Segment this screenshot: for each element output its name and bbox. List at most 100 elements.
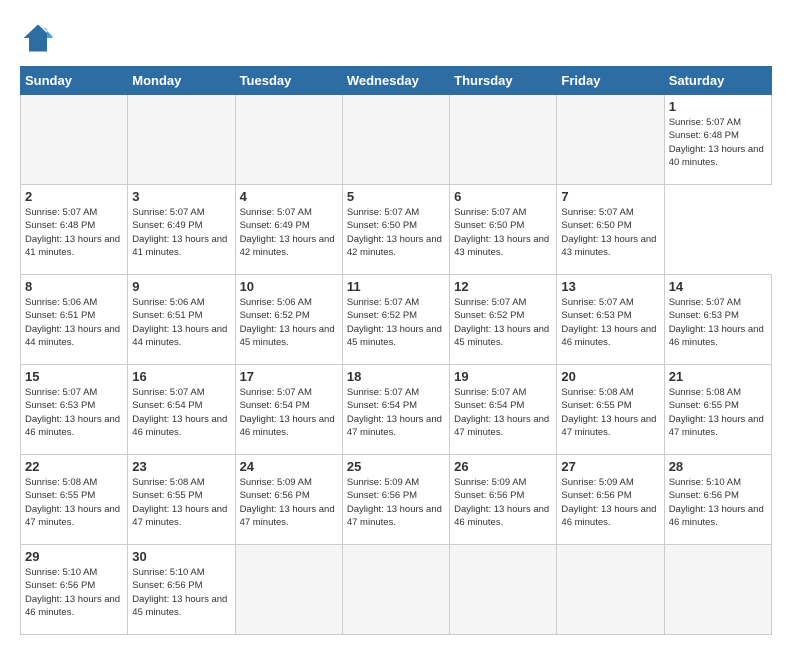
calendar-day-10: 10 Sunrise: 5:06 AMSunset: 6:52 PMDaylig… — [235, 275, 342, 365]
day-number: 10 — [240, 279, 338, 294]
day-number: 20 — [561, 369, 659, 384]
empty-cell — [557, 545, 664, 635]
calendar-day-9: 9 Sunrise: 5:06 AMSunset: 6:51 PMDayligh… — [128, 275, 235, 365]
day-info: Sunrise: 5:09 AMSunset: 6:56 PMDaylight:… — [240, 476, 338, 529]
calendar-week-4: 22 Sunrise: 5:08 AMSunset: 6:55 PMDaylig… — [21, 455, 772, 545]
logo-icon — [20, 20, 56, 56]
day-info: Sunrise: 5:09 AMSunset: 6:56 PMDaylight:… — [454, 476, 552, 529]
day-number: 28 — [669, 459, 767, 474]
day-number: 2 — [25, 189, 123, 204]
calendar-day-21: 21 Sunrise: 5:08 AMSunset: 6:55 PMDaylig… — [664, 365, 771, 455]
calendar-week-0: 1 Sunrise: 5:07 AMSunset: 6:48 PMDayligh… — [21, 95, 772, 185]
calendar-day-23: 23 Sunrise: 5:08 AMSunset: 6:55 PMDaylig… — [128, 455, 235, 545]
calendar-day-16: 16 Sunrise: 5:07 AMSunset: 6:54 PMDaylig… — [128, 365, 235, 455]
day-info: Sunrise: 5:06 AMSunset: 6:52 PMDaylight:… — [240, 296, 338, 349]
day-number: 19 — [454, 369, 552, 384]
calendar-day-20: 20 Sunrise: 5:08 AMSunset: 6:55 PMDaylig… — [557, 365, 664, 455]
empty-cell — [21, 95, 128, 185]
day-header-wednesday: Wednesday — [342, 67, 449, 95]
day-info: Sunrise: 5:07 AMSunset: 6:49 PMDaylight:… — [132, 206, 230, 259]
empty-cell — [450, 95, 557, 185]
day-info: Sunrise: 5:08 AMSunset: 6:55 PMDaylight:… — [561, 386, 659, 439]
day-info: Sunrise: 5:07 AMSunset: 6:48 PMDaylight:… — [669, 116, 767, 169]
day-number: 12 — [454, 279, 552, 294]
day-header-sunday: Sunday — [21, 67, 128, 95]
day-info: Sunrise: 5:08 AMSunset: 6:55 PMDaylight:… — [669, 386, 767, 439]
calendar-day-3: 3 Sunrise: 5:07 AMSunset: 6:49 PMDayligh… — [128, 185, 235, 275]
calendar-day-14: 14 Sunrise: 5:07 AMSunset: 6:53 PMDaylig… — [664, 275, 771, 365]
calendar-day-4: 4 Sunrise: 5:07 AMSunset: 6:49 PMDayligh… — [235, 185, 342, 275]
calendar-day-11: 11 Sunrise: 5:07 AMSunset: 6:52 PMDaylig… — [342, 275, 449, 365]
day-number: 8 — [25, 279, 123, 294]
day-header-thursday: Thursday — [450, 67, 557, 95]
empty-cell — [235, 545, 342, 635]
day-number: 25 — [347, 459, 445, 474]
calendar-day-24: 24 Sunrise: 5:09 AMSunset: 6:56 PMDaylig… — [235, 455, 342, 545]
day-info: Sunrise: 5:09 AMSunset: 6:56 PMDaylight:… — [347, 476, 445, 529]
day-number: 4 — [240, 189, 338, 204]
day-number: 29 — [25, 549, 123, 564]
day-number: 1 — [669, 99, 767, 114]
day-number: 9 — [132, 279, 230, 294]
calendar-week-5: 29 Sunrise: 5:10 AMSunset: 6:56 PMDaylig… — [21, 545, 772, 635]
day-number: 23 — [132, 459, 230, 474]
calendar-day-28: 28 Sunrise: 5:10 AMSunset: 6:56 PMDaylig… — [664, 455, 771, 545]
day-info: Sunrise: 5:10 AMSunset: 6:56 PMDaylight:… — [132, 566, 230, 619]
calendar-day-30: 30 Sunrise: 5:10 AMSunset: 6:56 PMDaylig… — [128, 545, 235, 635]
calendar-header-row: SundayMondayTuesdayWednesdayThursdayFrid… — [21, 67, 772, 95]
day-number: 17 — [240, 369, 338, 384]
calendar-day-26: 26 Sunrise: 5:09 AMSunset: 6:56 PMDaylig… — [450, 455, 557, 545]
day-number: 26 — [454, 459, 552, 474]
calendar-day-17: 17 Sunrise: 5:07 AMSunset: 6:54 PMDaylig… — [235, 365, 342, 455]
calendar-table: SundayMondayTuesdayWednesdayThursdayFrid… — [20, 66, 772, 635]
day-info: Sunrise: 5:10 AMSunset: 6:56 PMDaylight:… — [25, 566, 123, 619]
day-header-saturday: Saturday — [664, 67, 771, 95]
day-info: Sunrise: 5:07 AMSunset: 6:53 PMDaylight:… — [25, 386, 123, 439]
calendar-day-25: 25 Sunrise: 5:09 AMSunset: 6:56 PMDaylig… — [342, 455, 449, 545]
calendar-day-27: 27 Sunrise: 5:09 AMSunset: 6:56 PMDaylig… — [557, 455, 664, 545]
empty-cell — [128, 95, 235, 185]
calendar-day-2: 2 Sunrise: 5:07 AMSunset: 6:48 PMDayligh… — [21, 185, 128, 275]
day-number: 6 — [454, 189, 552, 204]
day-number: 11 — [347, 279, 445, 294]
day-info: Sunrise: 5:07 AMSunset: 6:54 PMDaylight:… — [132, 386, 230, 439]
day-info: Sunrise: 5:07 AMSunset: 6:49 PMDaylight:… — [240, 206, 338, 259]
day-info: Sunrise: 5:07 AMSunset: 6:53 PMDaylight:… — [561, 296, 659, 349]
calendar-body: 1 Sunrise: 5:07 AMSunset: 6:48 PMDayligh… — [21, 95, 772, 635]
calendar-week-2: 8 Sunrise: 5:06 AMSunset: 6:51 PMDayligh… — [21, 275, 772, 365]
day-header-tuesday: Tuesday — [235, 67, 342, 95]
day-number: 21 — [669, 369, 767, 384]
calendar-day-5: 5 Sunrise: 5:07 AMSunset: 6:50 PMDayligh… — [342, 185, 449, 275]
calendar-day-29: 29 Sunrise: 5:10 AMSunset: 6:56 PMDaylig… — [21, 545, 128, 635]
day-number: 15 — [25, 369, 123, 384]
calendar-day-1: 1 Sunrise: 5:07 AMSunset: 6:48 PMDayligh… — [664, 95, 771, 185]
empty-cell — [235, 95, 342, 185]
day-number: 22 — [25, 459, 123, 474]
day-number: 18 — [347, 369, 445, 384]
day-info: Sunrise: 5:07 AMSunset: 6:54 PMDaylight:… — [240, 386, 338, 439]
day-info: Sunrise: 5:07 AMSunset: 6:48 PMDaylight:… — [25, 206, 123, 259]
empty-cell — [342, 545, 449, 635]
day-number: 3 — [132, 189, 230, 204]
calendar-day-6: 6 Sunrise: 5:07 AMSunset: 6:50 PMDayligh… — [450, 185, 557, 275]
calendar-week-3: 15 Sunrise: 5:07 AMSunset: 6:53 PMDaylig… — [21, 365, 772, 455]
day-info: Sunrise: 5:09 AMSunset: 6:56 PMDaylight:… — [561, 476, 659, 529]
calendar-day-19: 19 Sunrise: 5:07 AMSunset: 6:54 PMDaylig… — [450, 365, 557, 455]
day-info: Sunrise: 5:08 AMSunset: 6:55 PMDaylight:… — [25, 476, 123, 529]
calendar-day-12: 12 Sunrise: 5:07 AMSunset: 6:52 PMDaylig… — [450, 275, 557, 365]
day-info: Sunrise: 5:07 AMSunset: 6:50 PMDaylight:… — [454, 206, 552, 259]
day-number: 14 — [669, 279, 767, 294]
day-info: Sunrise: 5:07 AMSunset: 6:53 PMDaylight:… — [669, 296, 767, 349]
day-header-friday: Friday — [557, 67, 664, 95]
day-number: 7 — [561, 189, 659, 204]
day-number: 5 — [347, 189, 445, 204]
day-info: Sunrise: 5:06 AMSunset: 6:51 PMDaylight:… — [25, 296, 123, 349]
calendar-day-22: 22 Sunrise: 5:08 AMSunset: 6:55 PMDaylig… — [21, 455, 128, 545]
day-info: Sunrise: 5:07 AMSunset: 6:50 PMDaylight:… — [347, 206, 445, 259]
day-info: Sunrise: 5:07 AMSunset: 6:52 PMDaylight:… — [454, 296, 552, 349]
day-number: 24 — [240, 459, 338, 474]
day-number: 27 — [561, 459, 659, 474]
logo — [20, 20, 60, 56]
calendar-day-8: 8 Sunrise: 5:06 AMSunset: 6:51 PMDayligh… — [21, 275, 128, 365]
day-info: Sunrise: 5:07 AMSunset: 6:50 PMDaylight:… — [561, 206, 659, 259]
